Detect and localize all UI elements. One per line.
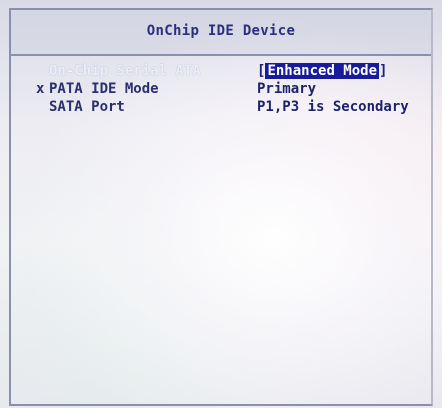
setting-label-sata-port: SATA Port bbox=[49, 99, 125, 115]
bracket-close: ] bbox=[379, 63, 388, 79]
setting-label-onchip-serial-ata: On-Chip Serial ATA bbox=[49, 63, 201, 79]
selected-option-highlight[interactable]: Enhanced Mode bbox=[265, 63, 380, 79]
setting-row-sata-port[interactable]: SATA Port P1,P3 is Secondary bbox=[11, 98, 431, 116]
setting-row-pata-ide-mode[interactable]: x PATA IDE Mode Primary bbox=[11, 80, 431, 98]
setting-value-onchip-serial-ata[interactable]: [Enhanced Mode] bbox=[257, 62, 387, 80]
setting-label-pata-ide-mode: PATA IDE Mode bbox=[49, 81, 159, 97]
setting-value-sata-port[interactable]: P1,P3 is Secondary bbox=[257, 98, 409, 116]
bios-setup-window: OnChip IDE Device On-Chip Serial ATA [En… bbox=[9, 8, 433, 406]
setting-value-pata-ide-mode[interactable]: Primary bbox=[257, 80, 316, 98]
title-bar: OnChip IDE Device bbox=[11, 10, 431, 56]
disabled-x-marker: x bbox=[36, 81, 45, 97]
setting-row-onchip-serial-ata[interactable]: On-Chip Serial ATA [Enhanced Mode] bbox=[11, 62, 431, 80]
page-title: OnChip IDE Device bbox=[146, 23, 296, 39]
